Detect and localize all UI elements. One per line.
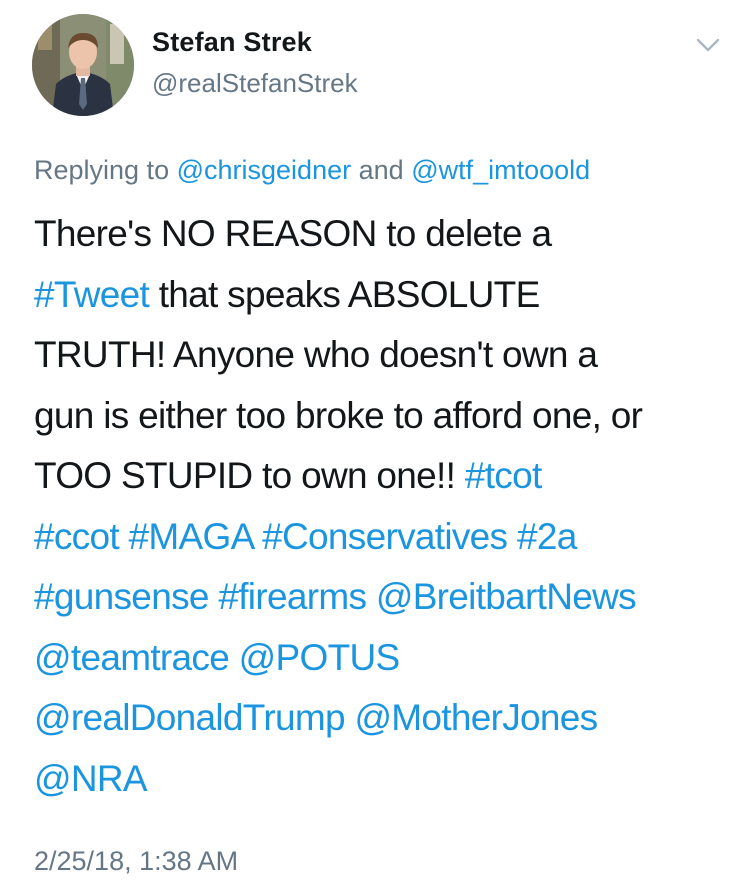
display-name[interactable]: Stefan Strek bbox=[152, 27, 312, 58]
tweet-text-segment: There's NO REASON to delete a bbox=[34, 213, 552, 254]
chevron-down-icon[interactable] bbox=[690, 30, 726, 58]
tweet-line: gun is either too broke to afford one, o… bbox=[34, 386, 734, 447]
hashtag-ccot[interactable]: #ccot bbox=[34, 516, 120, 557]
avatar[interactable] bbox=[32, 14, 134, 116]
replying-to-line: Replying to @chrisgeidner and @wtf_imtoo… bbox=[34, 155, 590, 186]
tweet-line: #ccot #MAGA #Conservatives #2a bbox=[34, 507, 734, 568]
tweet-text: There's NO REASON to delete a #Tweet tha… bbox=[34, 204, 734, 809]
tweet-text-segment: TRUTH! Anyone who doesn't own a bbox=[34, 334, 598, 375]
mention-realdonaldtrump[interactable]: @realDonaldTrump bbox=[34, 697, 346, 738]
hashtag-tcot[interactable]: #tcot bbox=[465, 455, 542, 496]
profile-photo bbox=[32, 14, 134, 116]
hashtag-gunsense[interactable]: #gunsense bbox=[34, 576, 209, 617]
tweet-text-segment: that speaks ABSOLUTE bbox=[158, 273, 541, 315]
user-handle[interactable]: @realStefanStrek bbox=[152, 68, 358, 99]
tweet-timestamp[interactable]: 2/25/18, 1:38 AM bbox=[34, 846, 238, 877]
hashtag-2a[interactable]: #2a bbox=[517, 516, 577, 557]
hashtag-maga[interactable]: #MAGA bbox=[129, 516, 254, 557]
hashtag-conservatives[interactable]: #Conservatives bbox=[262, 516, 508, 557]
mention-teamtrace[interactable]: @teamtrace bbox=[34, 637, 230, 678]
hashtag-tweet[interactable]: #Tweet bbox=[34, 274, 150, 315]
mention-motherjones[interactable]: @MotherJones bbox=[354, 697, 598, 738]
mention-potus[interactable]: @POTUS bbox=[239, 637, 401, 678]
tweet-line: #gunsense #firearms @BreitbartNews bbox=[34, 567, 734, 628]
tweet-line: #Tweet that speaks ABSOLUTE bbox=[34, 265, 734, 326]
tweet-line: TRUTH! Anyone who doesn't own a bbox=[34, 325, 734, 386]
mention-nra[interactable]: @NRA bbox=[34, 758, 148, 799]
reply-mention-wtf-imtooold[interactable]: @wtf_imtooold bbox=[411, 155, 590, 185]
mention-breitbartnews[interactable]: @BreitbartNews bbox=[376, 576, 637, 617]
tweet-text-segment: gun is either too broke to afford one, o… bbox=[34, 394, 643, 436]
hashtag-firearms[interactable]: #firearms bbox=[218, 576, 367, 617]
tweet-line: @realDonaldTrump @MotherJones bbox=[34, 688, 734, 749]
tweet-text-segment: TOO STUPID to own one!! bbox=[34, 455, 456, 496]
tweet-line: @teamtrace @POTUS bbox=[34, 628, 734, 689]
replying-to-joiner: and bbox=[358, 155, 404, 185]
tweet-line: TOO STUPID to own one!! #tcot bbox=[34, 446, 734, 507]
tweet-line: @NRA bbox=[34, 749, 734, 810]
reply-mention-chrisgeidner[interactable]: @chrisgeidner bbox=[177, 155, 352, 185]
tweet-line: There's NO REASON to delete a bbox=[34, 204, 734, 265]
replying-to-label: Replying to bbox=[34, 155, 170, 185]
